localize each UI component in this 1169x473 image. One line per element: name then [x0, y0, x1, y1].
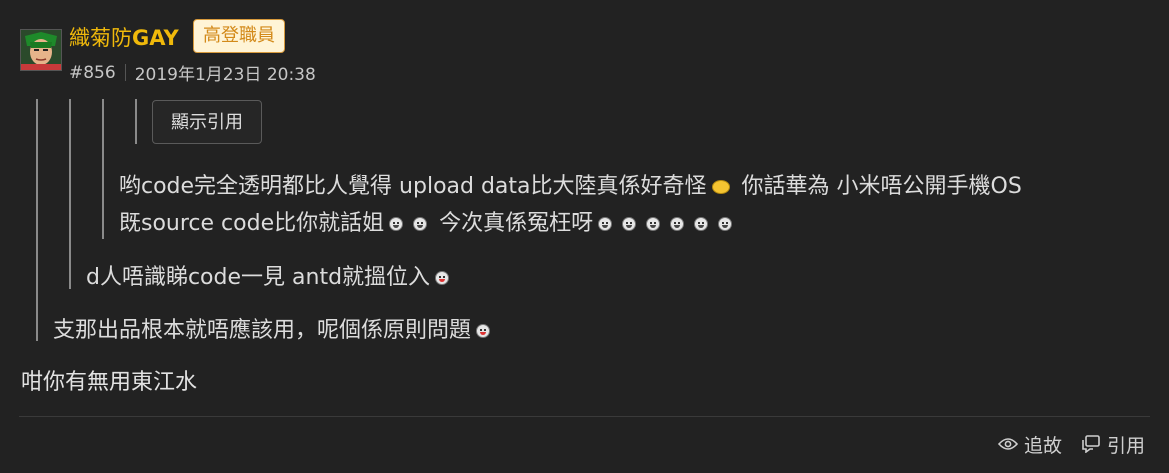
- quote-bar-level2: [69, 99, 71, 289]
- quote-level3-line1: 哟code完全透明都比人覺得 upload data比大陸真係好奇怪 你話華為 …: [119, 168, 1022, 200]
- emoticon-icon: [476, 324, 491, 338]
- follow-label: 追故: [1024, 434, 1063, 457]
- quote-level3-line2-b: 今次真係冤枉呀: [432, 211, 594, 236]
- quote-level2: d人唔識睇code一見 antd就搵位入: [86, 259, 454, 291]
- emoticon-icon: [694, 217, 709, 231]
- eye-icon: [998, 438, 1018, 450]
- emoticon-icon: [711, 180, 730, 194]
- quote-level3-line2: 既source code比你就話姐 今次真係冤枉呀: [119, 205, 737, 237]
- emoticon-icon: [413, 217, 428, 231]
- username-cjk: 織菊防: [69, 26, 132, 50]
- emoticon-icon: [622, 217, 637, 231]
- post-body: 咁你有無用東江水: [21, 370, 198, 395]
- emoticon-icon: [598, 217, 613, 231]
- quote-level2-text: d人唔識睇code一見 antd就搵位入: [86, 265, 431, 290]
- quote-bar-level1: [36, 99, 38, 341]
- username-latin: GAY: [132, 26, 179, 50]
- quote-bar-level3: [102, 99, 104, 239]
- quote-level3-line1-b: 你話華為 小米唔公開手機OS: [734, 174, 1022, 199]
- quote-label: 引用: [1107, 434, 1146, 457]
- quote-icon: [1082, 435, 1100, 453]
- footer-divider: [19, 416, 1150, 417]
- post-number[interactable]: #856: [69, 63, 116, 83]
- follow-button[interactable]: 追故: [998, 430, 1062, 458]
- staff-badge: 高登職員: [193, 19, 285, 53]
- post-card: 織菊防GAY 高登職員 #856 2019年1月23日 20:38 顯示引用 哟…: [0, 0, 1169, 473]
- quote-level3-line1-a: 哟code完全透明都比人覺得 upload data比大陸真係好奇怪: [119, 174, 707, 199]
- meta-divider: [124, 64, 126, 81]
- quote-level3-line2-a: 既source code比你就話姐: [119, 211, 385, 236]
- avatar-image: [21, 30, 61, 70]
- emoticon-icon: [389, 217, 404, 231]
- emoticon-icon: [646, 217, 661, 231]
- quote-bar-level4: [135, 99, 137, 144]
- username[interactable]: 織菊防GAY: [69, 22, 179, 52]
- emoticon-group: [384, 211, 432, 236]
- quote-level1-text: 支那出品根本就唔應該用，呢個係原則問題: [53, 318, 472, 343]
- avatar[interactable]: [20, 29, 62, 71]
- emoticon-group: [593, 211, 737, 236]
- emoticon-icon: [718, 217, 733, 231]
- post-timestamp: 2019年1月23日 20:38: [134, 65, 316, 85]
- emoticon-icon: [670, 217, 685, 231]
- emoticon-icon: [435, 271, 450, 285]
- post-meta: #856 2019年1月23日 20:38: [69, 60, 316, 86]
- quote-level1: 支那出品根本就唔應該用，呢個係原則問題: [53, 312, 495, 344]
- quote-button[interactable]: 引用: [1081, 430, 1145, 458]
- show-quote-button[interactable]: 顯示引用: [152, 100, 262, 144]
